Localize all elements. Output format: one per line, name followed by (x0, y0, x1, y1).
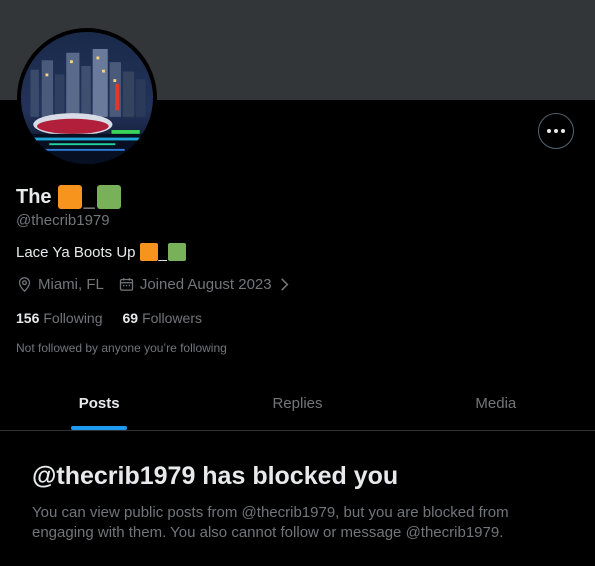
green-square-emoji (167, 243, 186, 261)
tab-replies[interactable]: Replies (198, 376, 396, 430)
profile-avatar[interactable] (17, 28, 157, 168)
following-link[interactable]: 156 Following (16, 310, 103, 326)
more-dot (547, 129, 551, 133)
display-name: The _ (16, 183, 121, 211)
more-options-button[interactable] (538, 113, 574, 149)
tab-media-label: Media (475, 394, 517, 412)
tab-media[interactable]: Media (397, 376, 595, 430)
profile-bio: Lace Ya Boots Up _ (16, 243, 186, 261)
calendar-icon (119, 278, 134, 291)
blocked-title: @thecrib1979 has blocked you (32, 462, 399, 490)
more-dot (554, 129, 558, 133)
joined-text: Joined August 2023 (139, 276, 272, 293)
user-handle: @thecrib1979 (16, 212, 110, 229)
bio-separator: _ (158, 245, 167, 262)
location-pin-icon (18, 277, 31, 293)
display-name-emoji: _ (57, 185, 121, 211)
display-name-separator: _ (83, 189, 95, 211)
followers-link[interactable]: 69 Followers (123, 310, 202, 326)
follow-stats: 156 Following 69 Followers (16, 310, 222, 326)
tab-posts-label: Posts (78, 394, 120, 412)
display-name-text: The (16, 185, 52, 208)
bio-emoji: _ (139, 243, 186, 262)
profile-meta: Miami, FL Joined August 2023 (16, 276, 312, 293)
tab-replies-label: Replies (272, 394, 323, 412)
followers-count: 69 (122, 310, 139, 326)
orange-square-emoji (57, 185, 82, 209)
more-dot (561, 129, 565, 133)
followers-label: Followers (142, 310, 202, 326)
following-count: 156 (16, 310, 40, 326)
bio-text: Lace Ya Boots Up (16, 243, 136, 261)
not-followed-notice: Not followed by anyone you’re following (16, 341, 227, 355)
chevron-right-icon (280, 278, 289, 291)
joined-date-link[interactable]: Joined August 2023 (118, 276, 298, 293)
active-tab-indicator (71, 426, 128, 430)
location-text: Miami, FL (38, 276, 104, 293)
green-square-emoji (96, 185, 121, 209)
orange-square-emoji (139, 243, 158, 261)
location-item: Miami, FL (16, 276, 104, 293)
profile-tabs: Posts Replies Media (0, 376, 595, 431)
following-label: Following (43, 310, 103, 326)
tab-posts[interactable]: Posts (0, 376, 198, 430)
blocked-message: You can view public posts from @thecrib1… (32, 504, 509, 541)
avatar-image (21, 32, 153, 164)
